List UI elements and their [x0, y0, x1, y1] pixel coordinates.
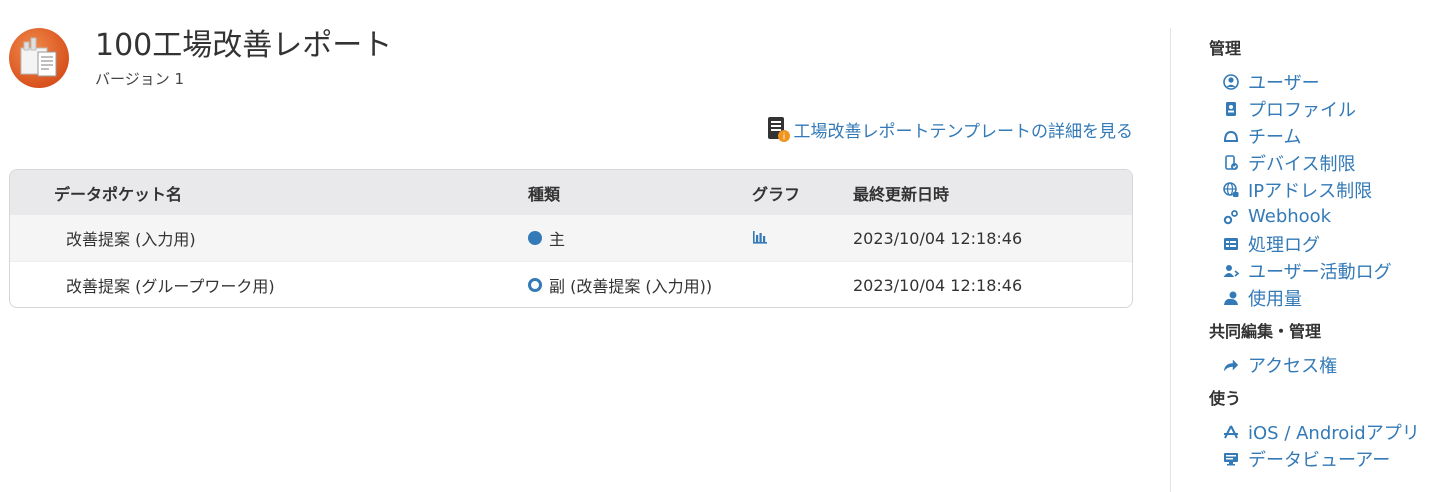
column-header-graph: グラフ: [752, 184, 801, 204]
column-header-kind: 種類: [528, 184, 561, 204]
template-details-link[interactable]: i 工場改善レポートテンプレートの詳細を見る: [766, 115, 1134, 143]
webhook-gears-icon: [1223, 209, 1239, 225]
sidebar-item-data-viewer[interactable]: データビューアー: [1223, 445, 1439, 472]
usage-icon: [1223, 290, 1239, 306]
template-details-link-label: 工場改善レポートテンプレートの詳細を見る: [793, 121, 1134, 142]
column-header-updated: 最終更新日時: [853, 184, 950, 204]
sidebar-section-title-use: 使う: [1209, 389, 1242, 408]
sidebar-item-webhook[interactable]: Webhook: [1223, 203, 1439, 230]
user-activity-icon: [1223, 263, 1239, 279]
sidebar-item-access-rights[interactable]: アクセス権: [1223, 351, 1439, 378]
sidebar-item-ip-restriction[interactable]: IPアドレス制限: [1223, 176, 1439, 203]
user-circle-icon: [1223, 73, 1239, 90]
sidebar-item-device-restriction[interactable]: デバイス制限: [1223, 149, 1439, 176]
version-label: バージョン 1: [95, 70, 185, 88]
template-icon: i: [766, 115, 790, 143]
profile-card-icon: [1223, 101, 1239, 117]
data-pocket-kind: 副 (改善提案 (入力用)): [528, 262, 712, 307]
data-pocket-name[interactable]: 改善提案 (入力用): [66, 215, 196, 261]
table-row[interactable]: 改善提案 (グループワーク用) 副 (改善提案 (入力用)) 2023/10/0…: [10, 261, 1132, 307]
data-pocket-graph: [752, 215, 768, 261]
sidebar-item-usage[interactable]: 使用量: [1223, 284, 1439, 311]
app-store-icon: [1223, 424, 1239, 440]
device-restriction-icon: [1223, 154, 1239, 171]
table-row[interactable]: 改善提案 (入力用) 主 2023/10/04 12:18:46: [10, 215, 1132, 261]
secondary-kind-icon: [528, 278, 542, 292]
process-log-icon: [1223, 236, 1239, 252]
data-pocket-name[interactable]: 改善提案 (グループワーク用): [66, 262, 275, 307]
sidebar-item-users[interactable]: ユーザー: [1223, 68, 1439, 95]
data-pocket-updated: 2023/10/04 12:18:46: [853, 275, 1023, 295]
sidebar-section-collaboration: アクセス権: [1223, 351, 1439, 378]
sidebar-item-user-activity-log[interactable]: ユーザー活動ログ: [1223, 257, 1439, 284]
share-arrow-icon: [1223, 357, 1239, 373]
sidebar: 管理 ユーザー プロファイル チーム デバイス制限 IPアドレス制限 Webho…: [1209, 38, 1439, 482]
table-header: データポケット名 種類 グラフ 最終更新日時: [10, 170, 1132, 215]
sidebar-item-teams[interactable]: チーム: [1223, 122, 1439, 149]
factory-report-app-icon: [9, 28, 69, 88]
data-pocket-table: データポケット名 種類 グラフ 最終更新日時 改善提案 (入力用) 主 2023…: [9, 169, 1133, 308]
sidebar-item-mobile-apps[interactable]: iOS / Androidアプリ: [1223, 418, 1439, 445]
primary-kind-icon: [528, 231, 542, 245]
sidebar-section-title-admin: 管理: [1209, 39, 1242, 58]
page-title: 100工場改善レポート: [95, 28, 393, 63]
sidebar-divider: [1170, 28, 1171, 492]
data-pocket-kind: 主: [528, 215, 565, 261]
bar-chart-icon[interactable]: [752, 229, 768, 248]
sidebar-item-profiles[interactable]: プロファイル: [1223, 95, 1439, 122]
globe-lock-icon: [1223, 181, 1239, 198]
data-pocket-updated: 2023/10/04 12:18:46: [853, 228, 1023, 248]
column-header-name: データポケット名: [54, 184, 183, 204]
sidebar-section-title-collaboration: 共同編集・管理: [1209, 322, 1322, 341]
sidebar-section-admin: ユーザー プロファイル チーム デバイス制限 IPアドレス制限 Webhook …: [1223, 68, 1439, 311]
team-icon: [1223, 128, 1239, 144]
data-viewer-icon: [1223, 451, 1239, 467]
svg-text:i: i: [782, 133, 785, 143]
sidebar-item-process-log[interactable]: 処理ログ: [1223, 230, 1439, 257]
sidebar-section-use: iOS / Androidアプリ データビューアー: [1223, 418, 1439, 472]
